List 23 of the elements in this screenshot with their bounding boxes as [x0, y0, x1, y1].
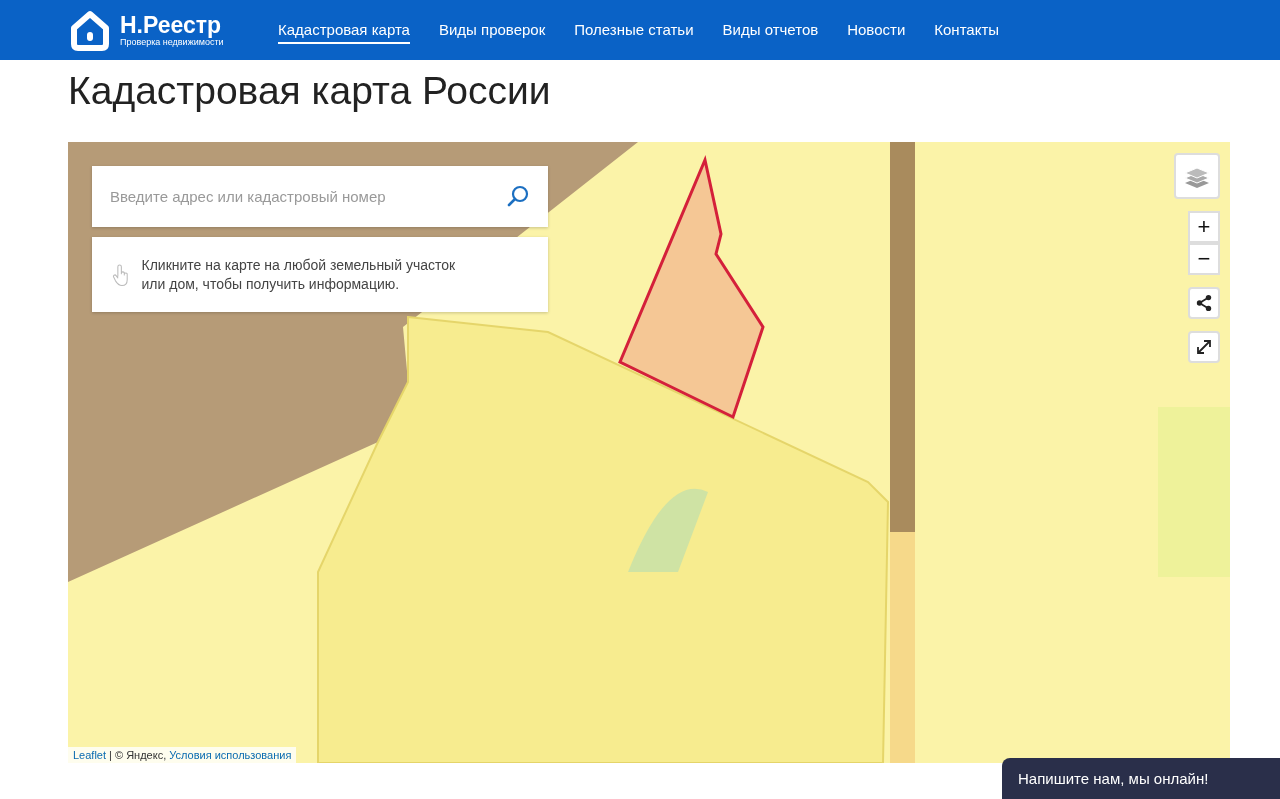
layers-button[interactable]: [1174, 153, 1220, 199]
share-button[interactable]: [1188, 287, 1220, 319]
house-icon: [68, 8, 112, 52]
expand-arrows-icon: [1194, 337, 1214, 357]
nav-link[interactable]: Виды отчетов: [722, 16, 819, 44]
nav-link[interactable]: Кадастровая карта: [278, 16, 410, 44]
leaflet-link[interactable]: Leaflet: [73, 749, 107, 761]
zoom-in-button[interactable]: +: [1188, 211, 1220, 243]
page-title: Кадастровая карта России: [68, 68, 552, 114]
nav-link[interactable]: Контакты: [934, 16, 1000, 44]
chat-button[interactable]: Напишите нам, мы онлайн!: [1002, 758, 1280, 799]
nav-link[interactable]: Виды проверок: [438, 16, 546, 44]
hint-text: Кликните на карте на любой земельный участок или дом, чтобы получить информацию.: [141, 255, 457, 294]
search-field[interactable]: Введите адрес или кадастровый номер: [92, 166, 548, 227]
zoom-out-button[interactable]: −: [1188, 243, 1220, 275]
fullscreen-button[interactable]: [1188, 331, 1220, 363]
nav-link[interactable]: Новости: [847, 16, 906, 44]
search-icon[interactable]: [506, 184, 530, 208]
logo-subtitle: Проверка недвижимости: [120, 37, 224, 47]
share-icon: [1195, 294, 1213, 312]
attribution-text: Leaflet | © Яндекс, Условия использования: [68, 747, 297, 763]
nav-link[interactable]: Полезные статьи: [574, 16, 694, 44]
terms-link[interactable]: Условия использования: [169, 749, 292, 761]
